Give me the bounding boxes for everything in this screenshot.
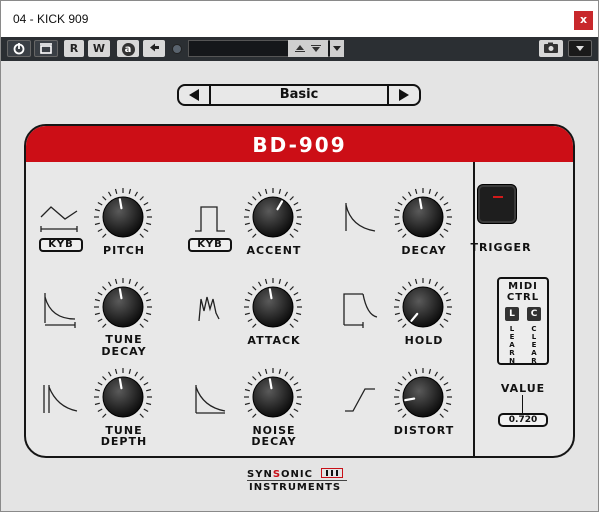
toolbar: R W a xyxy=(1,37,598,61)
distort-knob[interactable] xyxy=(393,367,453,427)
module-title: BD-909 xyxy=(252,133,347,157)
brand-divider xyxy=(247,480,347,481)
write-automation-button[interactable]: W xyxy=(88,40,110,57)
value-display: 0.720 xyxy=(498,413,548,427)
close-button[interactable]: x xyxy=(574,11,593,30)
arrow-left-icon xyxy=(150,43,159,52)
updown-arrows-icon xyxy=(295,45,321,52)
distort-label: DISTORT xyxy=(393,424,455,437)
accent-knob[interactable] xyxy=(243,187,303,247)
midi-learn-button[interactable]: L xyxy=(505,307,519,321)
tune-decay-label-1: TUNE xyxy=(105,333,143,346)
plugin-window: 04 - KICK 909 x R W a Basic BD-909 KYB K… xyxy=(0,0,599,512)
attack-label: ATTACK xyxy=(247,334,301,347)
status-led xyxy=(172,44,182,54)
trigger-label: TRIGGER xyxy=(470,241,532,254)
tune-depth-knob[interactable] xyxy=(93,367,153,427)
divider xyxy=(473,162,475,456)
hold-envelope-icon xyxy=(343,293,378,328)
learn-vertical-label: LEARN xyxy=(505,325,519,365)
chevron-down-icon xyxy=(333,46,341,51)
module-header: BD-909 xyxy=(26,126,573,162)
brand-line1: SYNSONIC xyxy=(247,469,313,480)
preset-prev-next-buttons[interactable] xyxy=(288,40,328,57)
pitch-knob[interactable] xyxy=(93,187,153,247)
window-title: 04 - KICK 909 xyxy=(13,12,89,26)
snapshot-button[interactable] xyxy=(539,40,563,57)
tune-depth-label-2: DEPTH xyxy=(100,435,148,448)
tune-decay-knob[interactable] xyxy=(93,277,153,337)
value-label: VALUE xyxy=(500,382,546,395)
ctrl-label: CTRL xyxy=(506,292,540,303)
noise-decay-label-2: DECAY xyxy=(251,435,297,448)
attack-wave-icon xyxy=(198,296,220,322)
tune-depth-icon xyxy=(43,385,78,413)
midi-label: MIDI xyxy=(508,281,538,292)
pitch-label: PITCH xyxy=(103,244,145,257)
square-pulse-icon xyxy=(195,206,225,232)
distort-curve-icon xyxy=(345,388,375,412)
trigger-led xyxy=(493,196,503,198)
close-icon: x xyxy=(579,13,588,26)
noise-decay-icon xyxy=(195,385,226,414)
brand-name: SYNSONIC xyxy=(247,468,344,480)
clear-vertical-label: CLEAR xyxy=(527,325,541,365)
triangle-left-icon xyxy=(189,89,199,101)
hold-knob[interactable] xyxy=(393,277,453,337)
settings-dropdown-button[interactable] xyxy=(568,40,592,57)
tune-decay-icon xyxy=(44,293,76,328)
trigger-button[interactable] xyxy=(477,184,517,224)
pitch-kyb-button[interactable]: KYB xyxy=(39,238,83,252)
learn-text: LEARN xyxy=(509,325,515,365)
power-button[interactable] xyxy=(7,40,31,57)
camera-icon xyxy=(544,42,558,53)
preset-dropdown-button[interactable] xyxy=(330,40,344,57)
brand-line2: INSTRUMENTS xyxy=(249,482,342,493)
instrument-panel: Basic BD-909 KYB KYB PITCH ACCENT DECAY … xyxy=(1,61,598,511)
automation-button[interactable]: a xyxy=(117,40,139,57)
accent-label: ACCENT xyxy=(246,244,302,257)
brand-logo-icon xyxy=(321,468,344,478)
value-connector xyxy=(522,395,523,413)
decay-knob[interactable] xyxy=(393,187,453,247)
power-icon xyxy=(13,43,25,55)
page-selector: Basic xyxy=(177,84,421,106)
attack-knob[interactable] xyxy=(243,277,303,337)
automation-label: a xyxy=(121,43,135,56)
hold-label: HOLD xyxy=(404,334,444,347)
clear-text: CLEAR xyxy=(531,325,537,365)
bypass-icon xyxy=(40,43,52,54)
tune-decay-label-2: DECAY xyxy=(101,345,147,358)
title-bar: 04 - KICK 909 x xyxy=(1,1,598,37)
next-page-button[interactable] xyxy=(387,86,419,104)
midi-ctrl-panel: MIDI CTRL L C LEARN CLEAR xyxy=(497,277,549,365)
accent-kyb-button[interactable]: KYB xyxy=(188,238,232,252)
page-name: Basic xyxy=(279,87,319,102)
read-automation-button[interactable]: R xyxy=(64,40,84,57)
decay-curve-icon xyxy=(345,203,376,232)
chevron-down-icon xyxy=(576,46,584,51)
prev-page-button[interactable] xyxy=(179,86,211,104)
back-button[interactable] xyxy=(143,40,165,57)
bypass-button[interactable] xyxy=(34,40,58,57)
triangle-right-icon xyxy=(399,89,409,101)
lfo-triangle-icon xyxy=(40,206,78,232)
midi-clear-button[interactable]: C xyxy=(527,307,541,321)
noise-decay-knob[interactable] xyxy=(243,367,303,427)
